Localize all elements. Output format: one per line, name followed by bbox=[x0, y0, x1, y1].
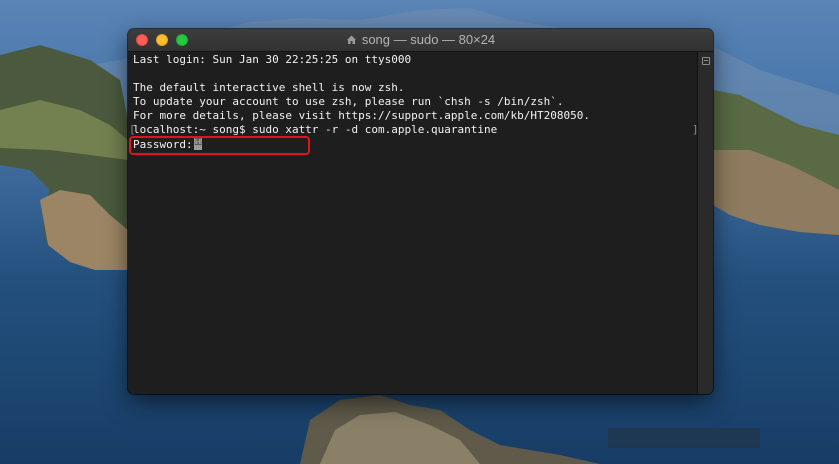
desktop-shadow-strip bbox=[608, 428, 760, 448]
highlight-annotation-box bbox=[129, 136, 310, 155]
split-pane-icon[interactable] bbox=[702, 57, 710, 65]
home-folder-icon bbox=[346, 35, 356, 44]
terminal-line: Last login: Sun Jan 30 22:25:25 on ttys0… bbox=[133, 53, 412, 66]
window-title: song — sudo — 80×24 bbox=[361, 32, 496, 47]
terminal-window[interactable]: song — sudo — 80×24 Last login: Sun Jan … bbox=[128, 29, 713, 394]
terminal-line: To update your account to use zsh, pleas… bbox=[133, 95, 564, 108]
terminal-prompt-line: localhost:~ song$ sudo xattr -r -d com.a… bbox=[133, 123, 498, 136]
terminal-output[interactable]: Last login: Sun Jan 30 22:25:25 on ttys0… bbox=[128, 52, 699, 394]
terminal-line: The default interactive shell is now zsh… bbox=[133, 81, 405, 94]
window-title-wrap: song — sudo — 80×24 bbox=[128, 29, 713, 51]
scrollbar[interactable] bbox=[697, 52, 713, 394]
terminal-line: For more details, please visit https://s… bbox=[133, 109, 590, 122]
title-bar[interactable]: song — sudo — 80×24 bbox=[128, 29, 713, 52]
